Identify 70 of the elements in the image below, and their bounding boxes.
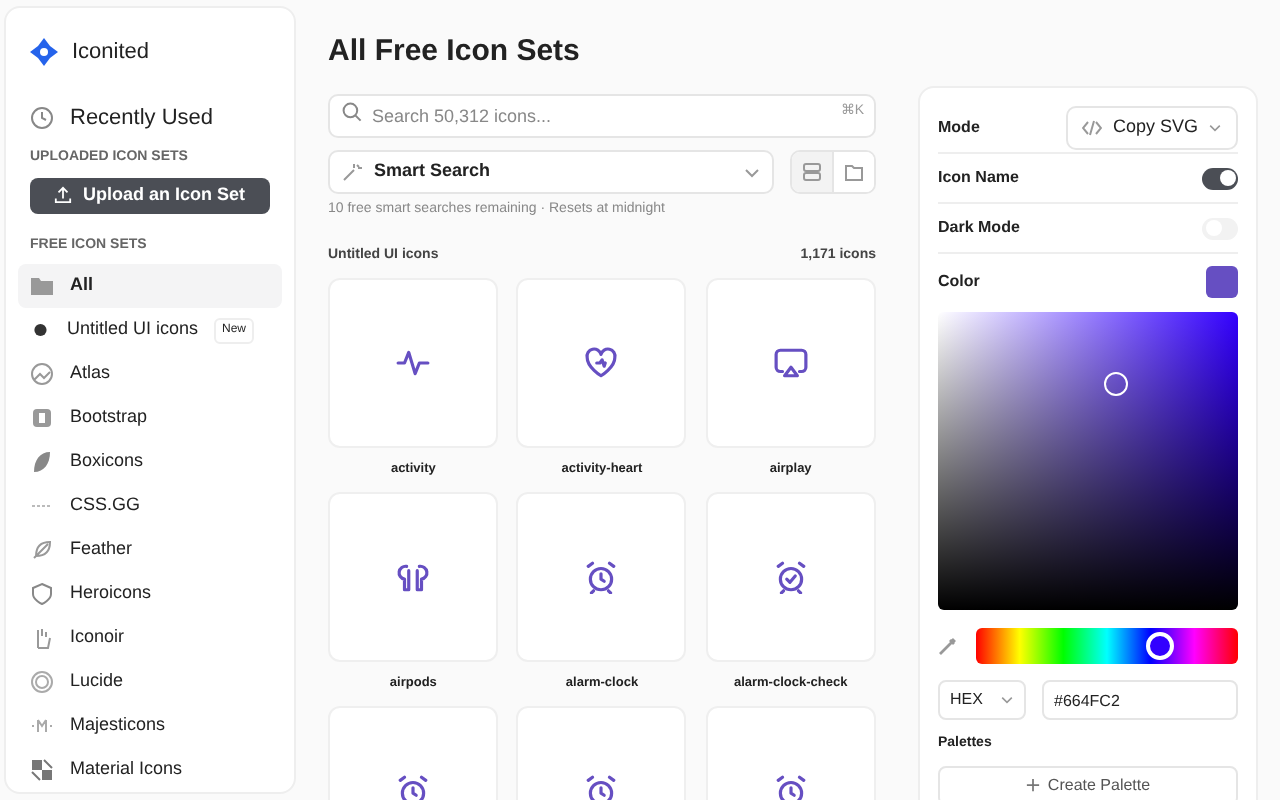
hex-field[interactable]: #664FC2: [1042, 680, 1238, 720]
folder-view-button[interactable]: [832, 152, 874, 192]
rings-icon: [30, 670, 54, 694]
feather-icon: [30, 538, 54, 562]
activity-icon: [396, 346, 431, 380]
blob-icon: [30, 318, 51, 342]
setting-label: Color: [938, 269, 980, 293]
list-icon: [802, 162, 822, 182]
material-icon: [30, 758, 54, 782]
alarm-icon: [773, 774, 808, 800]
alarm-icon: [584, 560, 619, 594]
icon-tile[interactable]: [705, 278, 876, 448]
recently-used-item[interactable]: Recently Used: [30, 99, 270, 138]
code-icon: [1082, 120, 1103, 136]
upload-icon: [54, 186, 73, 205]
setting-label: Icon Name: [938, 166, 1019, 190]
icon-tile[interactable]: [328, 492, 499, 662]
icon-set-item[interactable]: Majesticons: [18, 704, 282, 748]
chevron-down-icon: [744, 167, 760, 177]
page-title: All Free Icon Sets: [328, 32, 582, 70]
toggle-switch[interactable]: [1202, 167, 1238, 189]
icon-tile[interactable]: [705, 492, 876, 662]
folder-icon: [844, 162, 864, 182]
hue-slider[interactable]: [976, 628, 1238, 664]
icon-set-item[interactable]: All: [18, 264, 282, 308]
heart-icon: [584, 346, 619, 380]
icon-tile[interactable]: [328, 278, 499, 448]
globe-icon: [30, 362, 54, 386]
airpods-icon: [396, 560, 431, 594]
icon-set-item[interactable]: CSS.GG: [18, 484, 282, 528]
format-dropdown[interactable]: HEX: [938, 680, 1026, 720]
app-name: Iconited: [72, 38, 150, 69]
icon-set-item[interactable]: Bootstrap: [18, 396, 282, 440]
majestic-icon: [30, 714, 54, 738]
logo-icon: [30, 38, 58, 67]
icon-set-item[interactable]: Atlas: [18, 352, 282, 396]
eyedropper-icon[interactable]: [938, 636, 958, 656]
picker-handle[interactable]: [1103, 371, 1128, 396]
slider-thumb[interactable]: [1145, 632, 1174, 660]
alarm-icon: [396, 774, 431, 800]
plus-icon: [1025, 778, 1040, 792]
list-view-button[interactable]: [792, 152, 832, 192]
alarm-icon: [584, 774, 619, 800]
alarm-check-icon: [773, 560, 808, 594]
color-gradient-picker[interactable]: [938, 312, 1238, 610]
airplay-icon: [773, 346, 808, 380]
color-swatch[interactable]: [1206, 265, 1238, 297]
smart-search-dropdown[interactable]: Smart Search: [328, 150, 774, 194]
icon-set-item[interactable]: Heroicons: [18, 572, 282, 616]
setting-label: Mode: [938, 116, 980, 140]
folder-icon: [30, 274, 54, 298]
chevron-down-icon: [1208, 124, 1222, 132]
mode-dropdown[interactable]: Copy SVG: [1066, 106, 1238, 150]
icon-tile[interactable]: [516, 492, 687, 662]
search-icon: [342, 102, 362, 122]
icon-set-item[interactable]: Lucide: [18, 660, 282, 704]
icon-set-item[interactable]: Feather: [18, 528, 282, 572]
leaf-icon: [30, 450, 54, 474]
clock-icon: [30, 106, 54, 131]
bootstrap-icon: [30, 406, 54, 430]
create-palette-button[interactable]: Create Palette: [938, 765, 1238, 800]
shield-icon: [30, 582, 54, 606]
icon-tile[interactable]: [516, 278, 687, 448]
icon-set-item[interactable]: Iconoir: [18, 616, 282, 660]
icon-set-item[interactable]: Boxicons: [18, 440, 282, 484]
chevron-down-icon: [1000, 696, 1014, 704]
upload-button[interactable]: Upload an Icon Set: [30, 178, 270, 213]
setting-label: Dark Mode: [938, 216, 1020, 240]
sparkle-icon: [342, 162, 362, 182]
icon-set-item[interactable]: Material Icons: [18, 748, 282, 792]
